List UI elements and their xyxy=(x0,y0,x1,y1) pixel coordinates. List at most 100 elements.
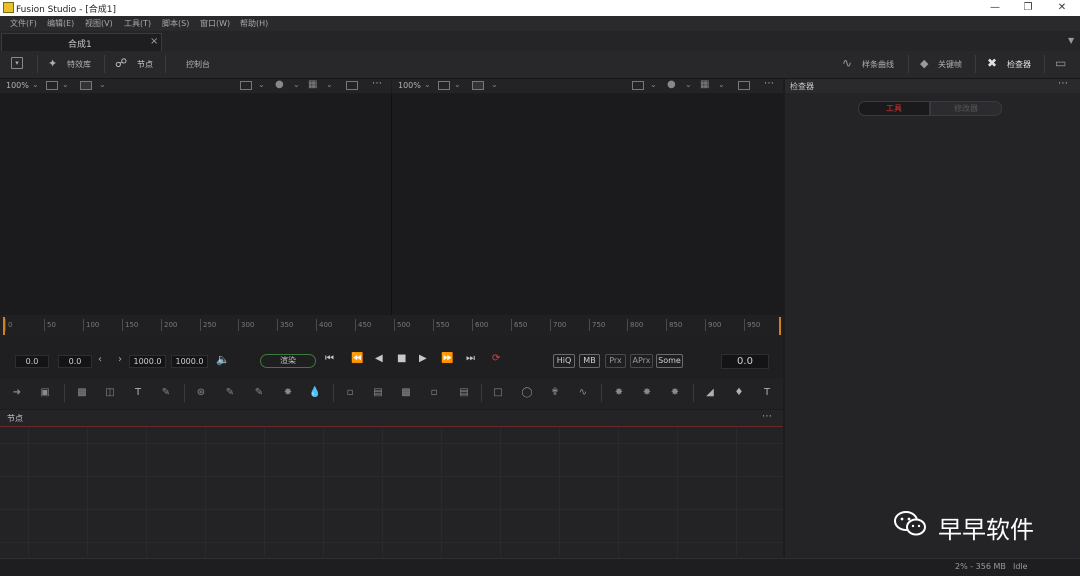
paint-tool-icon[interactable]: ✎ xyxy=(159,386,173,400)
rectangle-tool-icon[interactable]: □ xyxy=(491,386,505,400)
zoom-dropdown[interactable]: 100% xyxy=(6,81,29,90)
color-correct-tool-icon[interactable]: ✎ xyxy=(252,386,266,400)
brightness-tool-icon[interactable]: ✎ xyxy=(223,386,237,400)
grid-icon[interactable]: ▦ xyxy=(308,79,317,90)
blur-tool-icon[interactable]: 💧 xyxy=(308,386,322,400)
menu-window[interactable]: 窗口(W) xyxy=(200,18,230,29)
more-options-icon[interactable]: ⋯ xyxy=(762,411,772,422)
color-icon[interactable]: ● xyxy=(667,79,676,90)
stop-icon[interactable]: ■ xyxy=(397,353,406,364)
menu-script[interactable]: 脚本(S) xyxy=(162,18,189,29)
polygon-tool-icon[interactable]: ✟ xyxy=(548,386,562,400)
loop-icon[interactable]: ⟳ xyxy=(492,353,500,364)
effects-library-button[interactable]: 特效库 xyxy=(67,59,91,70)
loader-tool-icon[interactable]: ▣ xyxy=(38,386,52,400)
global-end-field[interactable]: 1000.0 xyxy=(171,355,208,368)
console-button[interactable]: 控制台 xyxy=(186,59,210,70)
chevron-down-icon[interactable]: ⌄ xyxy=(293,80,300,89)
mask-tool-icon[interactable]: ▩ xyxy=(399,386,413,400)
grid-icon[interactable]: ▦ xyxy=(700,79,709,90)
roi-icon[interactable] xyxy=(240,81,252,90)
background-tool-icon[interactable]: ➜ xyxy=(10,386,24,400)
channel-icon[interactable] xyxy=(472,81,484,90)
fit-icon[interactable] xyxy=(46,81,58,90)
nodes-button[interactable]: 节点 xyxy=(137,59,153,70)
current-time-field[interactable]: 0.0 xyxy=(721,354,769,369)
tab-menu-arrow-icon[interactable]: ▼ xyxy=(1068,36,1074,45)
chevron-down-icon[interactable]: ⌄ xyxy=(650,80,657,89)
chevron-down-icon[interactable]: ⌄ xyxy=(685,80,692,89)
play-icon[interactable]: ▶ xyxy=(419,353,427,364)
tab-tools[interactable]: 工具 xyxy=(858,101,930,116)
menu-view[interactable]: 视图(V) xyxy=(85,18,113,29)
spline-button[interactable]: 样条曲线 xyxy=(862,59,894,70)
prx-toggle[interactable]: Prx xyxy=(605,354,626,368)
bspline-tool-icon[interactable]: ∿ xyxy=(576,386,590,400)
go-to-end-icon[interactable]: ⏭ xyxy=(466,353,475,364)
matte-tool-icon[interactable]: ▫ xyxy=(343,386,357,400)
go-to-start-icon[interactable]: ⏮ xyxy=(325,353,334,364)
channel-icon[interactable] xyxy=(80,81,92,90)
hiq-toggle[interactable]: HiQ xyxy=(553,354,575,368)
glow-tool-icon[interactable]: ✸ xyxy=(281,386,295,400)
step-back-icon[interactable]: ‹ xyxy=(98,354,102,365)
left-viewer[interactable] xyxy=(0,94,392,315)
spline-icon[interactable]: ∿ xyxy=(842,56,852,70)
chevron-down-icon[interactable]: ⌄ xyxy=(718,80,725,89)
safe-frame-icon[interactable] xyxy=(346,81,358,90)
rewind-icon[interactable]: ⏪ xyxy=(351,353,363,364)
chevron-down-icon[interactable]: ⌄ xyxy=(424,80,431,89)
safe-frame-icon[interactable] xyxy=(738,81,750,90)
close-tab-icon[interactable]: × xyxy=(150,36,158,47)
shape3d-tool-icon[interactable]: ◢ xyxy=(703,386,717,400)
ellipse-tool-icon[interactable]: ◯ xyxy=(520,386,534,400)
zoom-dropdown[interactable]: 100% xyxy=(398,81,421,90)
nodes-icon[interactable]: ☍ xyxy=(115,56,127,70)
chevron-down-icon[interactable]: ⌄ xyxy=(491,80,498,89)
menu-tools[interactable]: 工具(T) xyxy=(124,18,151,29)
chevron-down-icon[interactable]: ⌄ xyxy=(99,80,106,89)
color-icon[interactable]: ● xyxy=(275,79,284,90)
chevron-down-icon[interactable]: ⌄ xyxy=(258,80,265,89)
keyframes-icon[interactable]: ◆ xyxy=(920,57,928,70)
render-button[interactable]: 渲染 xyxy=(260,354,316,368)
menu-help[interactable]: 帮助(H) xyxy=(240,18,268,29)
merge-tool-icon[interactable]: ◫ xyxy=(103,386,117,400)
transform-tool-icon[interactable]: ▫ xyxy=(427,386,441,400)
right-viewer[interactable] xyxy=(392,94,783,315)
more-options-icon[interactable]: ⋯ xyxy=(1058,78,1068,89)
tab-composition[interactable]: 合成1 × xyxy=(1,33,162,51)
text-tool-icon[interactable]: T xyxy=(131,386,145,400)
global-start-field[interactable]: 0.0 xyxy=(15,355,49,368)
fast-forward-icon[interactable]: ⏩ xyxy=(441,353,453,364)
menu-file[interactable]: 文件(F) xyxy=(10,18,37,29)
keyframes-button[interactable]: 关键帧 xyxy=(938,59,962,70)
resize-tool-icon[interactable]: ▤ xyxy=(457,386,471,400)
tab-modifiers[interactable]: 修改器 xyxy=(930,101,1002,116)
mb-toggle[interactable]: MB xyxy=(579,354,600,368)
node-editor-canvas[interactable] xyxy=(0,427,783,558)
chevron-down-icon[interactable]: ⌄ xyxy=(32,80,39,89)
chevron-down-icon[interactable]: ⌄ xyxy=(454,80,461,89)
aprx-toggle[interactable]: APrx xyxy=(630,354,653,368)
fit-icon[interactable] xyxy=(438,81,450,90)
merge3d-tool-icon[interactable]: ♦ xyxy=(732,386,746,400)
chevron-down-icon[interactable]: ⌄ xyxy=(326,80,333,89)
more-options-icon[interactable]: ⋯ xyxy=(372,78,382,89)
particles-tool-icon[interactable]: ⊛ xyxy=(194,386,208,400)
monitor-icon[interactable]: ▭ xyxy=(1055,56,1066,70)
inspector-tools-icon[interactable]: ✖ xyxy=(987,56,997,70)
image-tool-icon[interactable]: ▩ xyxy=(75,386,89,400)
render-end-marker[interactable] xyxy=(779,317,781,335)
pemitter-tool-icon[interactable]: ✸ xyxy=(612,386,626,400)
menu-edit[interactable]: 编辑(E) xyxy=(47,18,74,29)
layout-dropdown-icon[interactable]: ▾ xyxy=(11,57,23,69)
roi-icon[interactable] xyxy=(632,81,644,90)
text3d-tool-icon[interactable]: T xyxy=(760,386,774,400)
more-options-icon[interactable]: ⋯ xyxy=(764,78,774,89)
render-start-field[interactable]: 0.0 xyxy=(58,355,92,368)
close-window-button[interactable]: ✕ xyxy=(1042,0,1080,16)
play-reverse-icon[interactable]: ◀ xyxy=(375,353,383,364)
magic-wand-icon[interactable]: ✦ xyxy=(48,57,57,70)
chevron-down-icon[interactable]: ⌄ xyxy=(62,80,69,89)
